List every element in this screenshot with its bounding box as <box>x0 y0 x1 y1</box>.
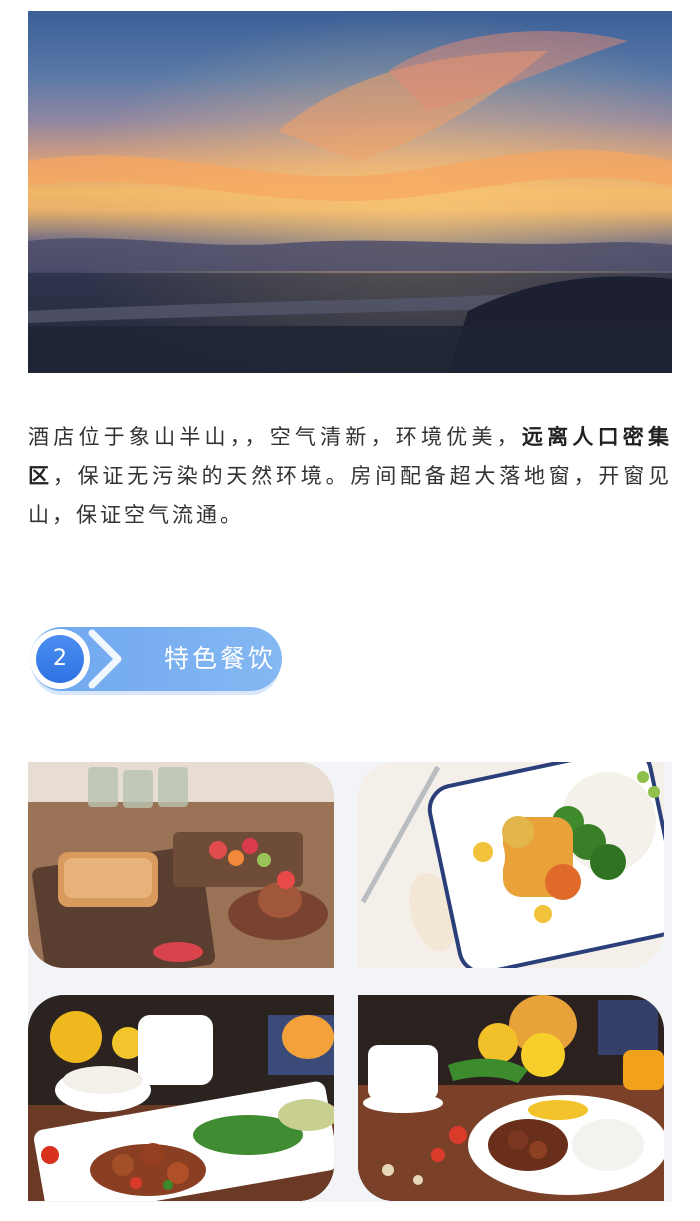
chevron-right-icon <box>88 629 122 689</box>
hero-photo <box>28 11 672 373</box>
gallery-photo-3 <box>28 995 334 1201</box>
intro-text-2: ，保证无污染的天然环境。房间配备超大落地窗，开窗见山，保证空气流通。 <box>28 464 673 527</box>
braised-meat-rice-photo <box>358 995 664 1201</box>
breakfast-toast-fruit-photo <box>28 762 334 968</box>
gallery-photo-4 <box>358 995 664 1201</box>
chinese-dishes-set-photo <box>28 995 334 1201</box>
section-number: 2 <box>36 635 84 683</box>
gallery-photo-1 <box>28 762 334 968</box>
section-number-circle: 2 <box>30 629 90 689</box>
sunset-cityscape-photo <box>28 11 672 373</box>
intro-paragraph: 酒店位于象山半山，，空气清新，环境优美，远离人口密集区，保证无污染的天然环境。房… <box>28 418 672 535</box>
section-title: 特色餐饮 <box>164 644 277 673</box>
gallery-photo-2 <box>358 762 664 968</box>
bento-box-curry-photo <box>358 762 664 968</box>
intro-text-1: 酒店位于象山半山，，空气清新，环境优美， <box>28 425 522 449</box>
section-header-badge: 2 特色餐饮 <box>30 627 282 691</box>
